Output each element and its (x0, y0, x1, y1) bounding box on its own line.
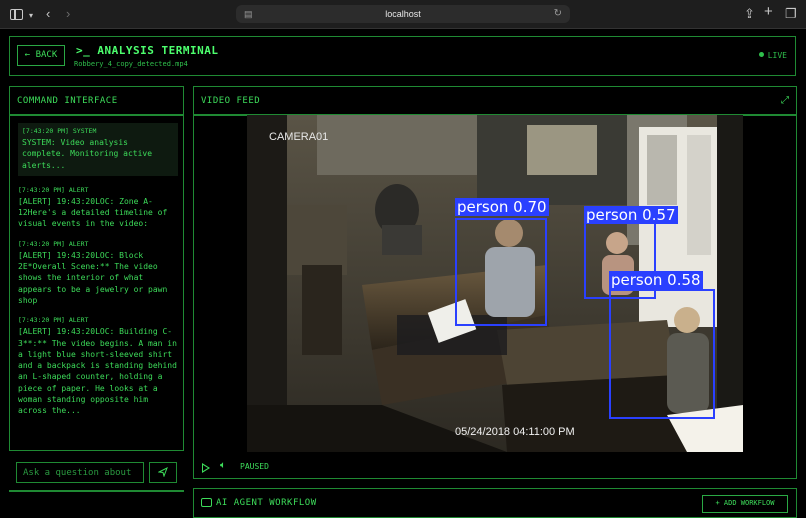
share-icon[interactable]: ⇪ (744, 7, 755, 21)
video-feed-panel: VIDEO FEED ⤢ CAMERA01 05/24/2018 04:11:0… (193, 86, 797, 479)
detection-label: person 0.58 (609, 271, 703, 289)
command-interface-title: COMMAND INTERFACE (17, 96, 118, 106)
workflow-title: AI AGENT WORKFLOW (216, 498, 317, 508)
play-icon[interactable] (202, 463, 210, 473)
detection-label: person 0.70 (455, 198, 549, 216)
add-workflow-button[interactable]: + ADD WORKFLOW (702, 495, 788, 513)
live-indicator: LIVE (758, 51, 787, 60)
volume-icon[interactable]: 🔈︎ (220, 460, 226, 471)
reload-icon[interactable]: ↻ (554, 5, 562, 23)
new-tab-icon[interactable]: + (764, 4, 773, 19)
back-arrow-icon[interactable]: ‹ (46, 7, 50, 21)
send-button[interactable] (149, 462, 177, 483)
message-timestamp: [7:43:20 PM] ALERT (18, 316, 89, 325)
workflow-panel: AI AGENT WORKFLOW + ADD WORKFLOW (193, 488, 797, 518)
browser-toolbar: ▾ ‹ › ▤ localhost ↻ ⇪ + ❐ (0, 0, 806, 29)
question-input[interactable] (16, 462, 144, 483)
alert-message: [7:43:20 PM] ALERT [ALERT] 19:43:20LOC: … (18, 240, 180, 306)
back-button[interactable]: ← BACK (17, 45, 65, 66)
live-label: LIVE (767, 51, 787, 60)
header-panel: ← BACK >_ ANALYSIS TERMINAL Robbery_4_co… (9, 36, 796, 76)
detection-box (455, 218, 547, 326)
expand-icon[interactable]: ⤢ (781, 95, 789, 106)
live-dot-icon (758, 52, 764, 57)
address-bar[interactable]: ▤ localhost ↻ (236, 5, 570, 23)
detection-label: person 0.57 (584, 206, 678, 224)
camera-label: CAMERA01 (269, 131, 329, 143)
url-text: localhost (385, 9, 421, 19)
message-timestamp: [7:43:20 PM] ALERT (18, 239, 89, 248)
workflow-icon (201, 498, 212, 507)
forward-arrow-icon[interactable]: › (66, 7, 70, 21)
page-title: >_ ANALYSIS TERMINAL (76, 44, 219, 57)
message-timestamp: [7:43:20 PM] ALERT (18, 185, 89, 194)
playback-status: PAUSED (240, 462, 269, 471)
message-timestamp: [7:43:20 PM] SYSTEM (22, 127, 97, 135)
alert-message: [7:43:20 PM] ALERT [ALERT] 19:43:20LOC: … (18, 316, 180, 416)
message-text: [ALERT] 19:43:20LOC: Building C-3**:** T… (18, 327, 177, 416)
system-message: [7:43:20 PM] SYSTEM SYSTEM: Video analys… (18, 123, 178, 176)
tabs-overview-icon[interactable]: ❐ (785, 7, 797, 21)
chevron-down-icon[interactable]: ▾ (29, 9, 33, 23)
command-interface-panel: COMMAND INTERFACE [7:43:20 PM] SYSTEM SY… (9, 86, 184, 451)
message-log[interactable]: [7:43:20 PM] SYSTEM SYSTEM: Video analys… (18, 123, 180, 427)
message-text: SYSTEM: Video analysis complete. Monitor… (22, 138, 153, 170)
alert-message: [7:43:20 PM] ALERT [ALERT] 19:43:20LOC: … (18, 186, 180, 230)
video-controls: 🔈︎ PAUSED (194, 457, 796, 477)
sidebar-toggle-icon[interactable] (10, 9, 23, 20)
site-icon: ▤ (244, 9, 253, 19)
video-timestamp: 05/24/2018 04:11:00 PM (455, 426, 575, 438)
divider (10, 114, 183, 116)
detection-box (609, 289, 715, 419)
message-text: [ALERT] 19:43:20LOC: Zone A-12Here's a d… (18, 196, 168, 229)
file-name: Robbery_4_copy_detected.mp4 (74, 60, 188, 68)
message-text: [ALERT] 19:43:20LOC: Block 2E*Overall Sc… (18, 250, 168, 305)
divider (9, 490, 184, 492)
send-icon (157, 466, 168, 478)
video-feed-title: VIDEO FEED (201, 96, 261, 106)
video-frame[interactable]: CAMERA01 05/24/2018 04:11:00 PM person 0… (247, 115, 743, 452)
